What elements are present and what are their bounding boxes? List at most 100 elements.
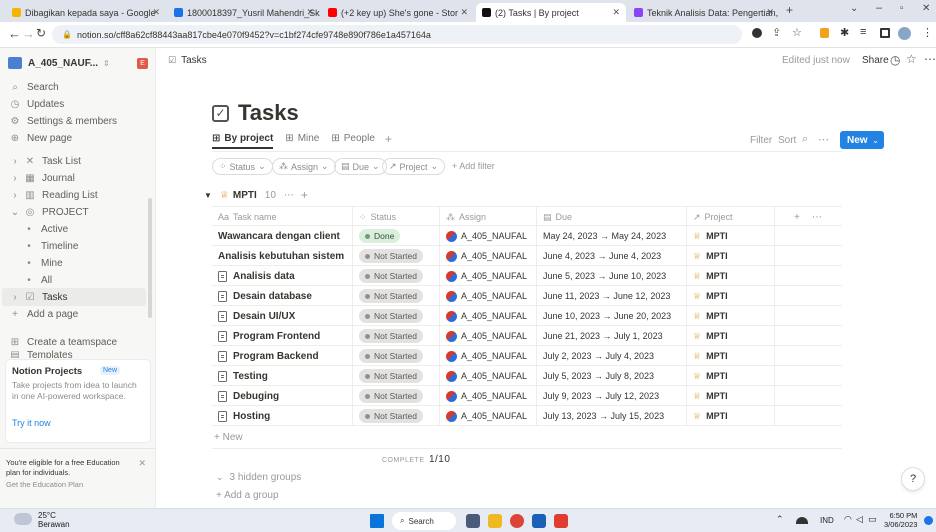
status-cell[interactable]: Not Started [359, 306, 423, 326]
new-button[interactable]: New ⌄ [840, 131, 884, 149]
more-icon[interactable]: ⋯ [284, 190, 294, 201]
table-row[interactable]: Desain database Not Started A_405_NAUFAL Ju… [212, 286, 842, 306]
tab-people[interactable]: ⊞ People [331, 133, 375, 149]
column-assign[interactable]: ⁂ Assign [446, 207, 486, 227]
bookmark-star-icon[interactable]: ☆ [792, 26, 802, 39]
tab-by-project[interactable]: ⊞ By project [212, 133, 274, 149]
browser-tab-active[interactable]: (2) Tasks | By project ✕ [476, 3, 626, 22]
browser-tab[interactable]: Dibagikan kepada saya - Google ✕ [6, 3, 166, 22]
project-cell[interactable]: ♕ MPTI [693, 326, 728, 346]
close-icon[interactable]: ✕ [306, 7, 314, 18]
clock[interactable]: 6:50 PM 3/06/2023 [884, 511, 917, 529]
edu-link[interactable]: Get the Education Plan [6, 480, 150, 489]
sidebar-item-active[interactable]: • Active [22, 220, 68, 238]
close-icon[interactable]: ✕ [766, 7, 774, 18]
task-name-cell[interactable]: Desain database [218, 286, 312, 306]
browser-tab[interactable]: Teknik Analisis Data: Pengertian, ✕ [628, 3, 780, 22]
maximize-icon[interactable]: ▫ [900, 3, 904, 14]
history-clock-icon[interactable]: ◷ [890, 53, 900, 67]
sidebar-item-timeline[interactable]: • Timeline [22, 237, 78, 255]
forward-icon[interactable]: → [22, 26, 35, 41]
table-row[interactable]: Analisis kebutuhan sistem Not Started A_40… [212, 246, 842, 266]
tray-cloud-icon[interactable] [796, 517, 808, 524]
table-row[interactable]: Program Frontend Not Started A_405_NAUFAL J… [212, 326, 842, 346]
hidden-groups-toggle[interactable]: ⌄ 3 hidden groups [216, 472, 301, 483]
project-cell[interactable]: ♕ MPTI [693, 246, 728, 266]
due-cell[interactable]: June 5, 2023 → June 10, 2023 [543, 266, 666, 286]
status-cell[interactable]: Not Started [359, 386, 423, 406]
close-icon[interactable]: ✕ [152, 7, 160, 18]
table-row[interactable]: Debuging Not Started A_405_NAUFAL July 9, 2… [212, 386, 842, 406]
filter-status[interactable]: ⁘ Status ⌄ [212, 158, 273, 175]
due-cell[interactable]: July 9, 2023 → July 12, 2023 [543, 386, 659, 406]
app-icon[interactable] [532, 514, 546, 528]
extensions-puzzle-icon[interactable]: ✱ [840, 26, 849, 39]
project-cell[interactable]: ♕ MPTI [693, 346, 728, 366]
task-name-cell[interactable]: Debuging [218, 386, 279, 406]
due-cell[interactable]: July 2, 2023 → July 4, 2023 [543, 346, 654, 366]
sidebar-item-templates[interactable]: ▤ Templates [8, 350, 72, 358]
sidebar-item-settings[interactable]: ⚙ Settings & members [8, 112, 118, 130]
reading-list-icon[interactable]: ≡ [860, 26, 866, 38]
windows-start-icon[interactable] [370, 514, 384, 528]
window-close-icon[interactable]: ✕ [922, 3, 930, 14]
task-name-cell[interactable]: Wawancara dengan client [218, 226, 340, 246]
add-filter-button[interactable]: + Add filter [452, 161, 495, 171]
battery-icon[interactable]: ▭ [868, 514, 877, 525]
table-row[interactable]: Wawancara dengan client Done A_405_NAUFAL M… [212, 226, 842, 246]
sidebar-item-new-page[interactable]: ⊕ New page [8, 129, 72, 147]
new-tab-icon[interactable]: + [786, 3, 793, 17]
sort-button[interactable]: Sort [778, 135, 796, 146]
workspace-switcher[interactable]: A_405_NAUF... ⇕ E [8, 54, 148, 72]
tray-chevron-up-icon[interactable]: ⌃ [776, 514, 784, 525]
due-cell[interactable]: June 4, 2023 → June 4, 2023 [543, 246, 661, 266]
more-icon[interactable]: ⋯ [924, 52, 936, 66]
project-cell[interactable]: ♕ MPTI [693, 406, 728, 426]
filter-project[interactable]: ↗ Project ⌄ [382, 158, 446, 175]
assign-cell[interactable]: A_405_NAUFAL [446, 306, 527, 326]
account-icon[interactable] [752, 28, 762, 38]
due-cell[interactable]: June 21, 2023 → July 1, 2023 [543, 326, 663, 346]
assign-cell[interactable]: A_405_NAUFAL [446, 286, 527, 306]
notification-icon[interactable] [924, 516, 933, 525]
status-cell[interactable]: Not Started [359, 246, 423, 266]
breadcrumb[interactable]: ☑ Tasks [168, 55, 207, 66]
sidebar-scrollbar[interactable] [148, 198, 152, 318]
table-row[interactable]: Analisis data Not Started A_405_NAUFAL June… [212, 266, 842, 286]
sidebar-item-search[interactable]: ⌕ Search [8, 78, 59, 96]
task-name-cell[interactable]: Hosting [218, 406, 270, 426]
favorite-star-icon[interactable]: ☆ [906, 52, 917, 66]
sidebar-item-reading-list[interactable]: › ▥ Reading List [8, 186, 97, 204]
back-icon[interactable]: ← [8, 26, 21, 41]
sidebar-item-task-list[interactable]: › ✕ Task List [8, 152, 81, 170]
weather-widget[interactable]: 25°C Berawan [38, 511, 70, 529]
project-cell[interactable]: ♕ MPTI [693, 226, 728, 246]
search-icon[interactable]: ⌕ [802, 133, 808, 146]
volume-icon[interactable]: ◁ [856, 514, 863, 525]
task-name-cell[interactable]: Program Backend [218, 346, 319, 366]
sidebar-item-tasks[interactable]: › ☑ Tasks [2, 288, 146, 306]
taskbar-search[interactable]: ⌕ Search [392, 512, 456, 530]
status-cell[interactable]: Not Started [359, 346, 423, 366]
browser-menu-icon[interactable]: ⋮ [922, 26, 933, 39]
wifi-icon[interactable]: ◠ [844, 514, 852, 525]
task-name-cell[interactable]: Testing [218, 366, 268, 386]
close-icon[interactable]: ✕ [138, 458, 146, 469]
chrome-icon[interactable] [510, 514, 524, 528]
due-cell[interactable]: July 5, 2023 → July 8, 2023 [543, 366, 654, 386]
assign-cell[interactable]: A_405_NAUFAL [446, 346, 527, 366]
assign-cell[interactable]: A_405_NAUFAL [446, 266, 527, 286]
sidebar-item-all[interactable]: • All [22, 271, 52, 289]
status-cell[interactable]: Done [359, 226, 401, 246]
column-project[interactable]: ↗ Project [693, 207, 733, 227]
browser-tab[interactable]: (+2 key up) She's gone - Stor ✕ [322, 3, 474, 22]
task-view-icon[interactable] [466, 514, 480, 528]
column-due[interactable]: ▤ Due [543, 207, 572, 227]
extension-icon[interactable] [820, 28, 829, 38]
sidebar-item-journal[interactable]: › ▦ Journal [8, 169, 74, 187]
add-column-icon[interactable]: + [794, 207, 800, 227]
project-cell[interactable]: ♕ MPTI [693, 286, 728, 306]
share-button[interactable]: Share [862, 55, 889, 66]
group-header[interactable]: ▼ ♕ MPTI 10 ⋯ + [204, 188, 308, 202]
new-row-button[interactable]: + New [214, 432, 243, 443]
